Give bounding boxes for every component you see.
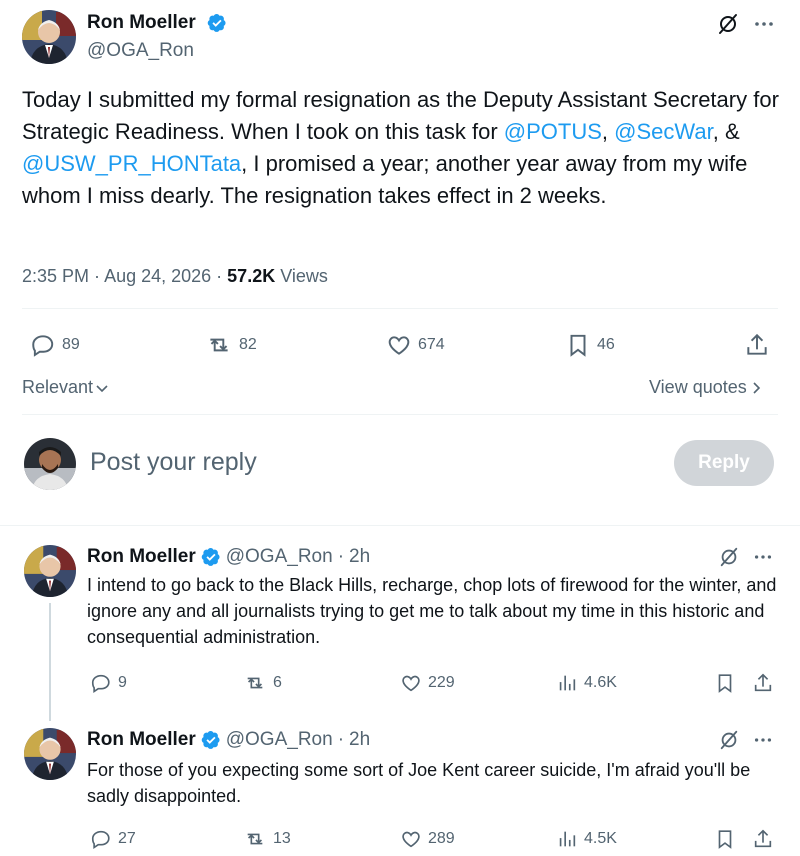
more-icon[interactable] [752,12,776,36]
reply-button[interactable]: Reply [674,440,774,486]
author-name[interactable]: Ron Moeller [87,546,196,568]
post-time[interactable]: 2:35 PM [22,266,89,286]
reply-icon [91,830,110,849]
view-quotes-link[interactable]: View quotes [649,377,763,398]
grok-icon[interactable] [718,729,740,751]
divider [22,414,778,415]
like-action[interactable]: 674 [386,332,445,358]
repost-icon [247,677,263,689]
reply-count: 9 [118,674,127,691]
author-avatar[interactable] [24,545,76,597]
grok-icon[interactable] [716,12,740,36]
reply-icon [91,674,110,693]
like-count: 229 [428,674,455,691]
chevron-right-icon [753,381,760,394]
bookmark-icon[interactable] [714,672,736,694]
post-meta: 2:35 PM · Aug 24, 2026 · 57.2K Views [22,266,328,286]
like-icon [402,675,420,692]
bookmark-icon[interactable] [714,828,736,850]
reply-header: Ron Moeller @OGA_Ron · 2h [87,546,370,568]
reply-action[interactable]: 27 [90,828,136,850]
post-date[interactable]: Aug 24, 2026 [104,266,211,286]
reply-text: I intend to go back to the Black Hills, … [87,575,777,647]
repost-icon [210,338,228,352]
reply-count: 89 [62,336,80,353]
share-icon[interactable] [752,828,774,850]
views-icon [559,675,576,691]
mention-link[interactable]: @SecWar [614,119,713,144]
share-icon[interactable] [752,672,774,694]
author-name[interactable]: Ron Moeller [87,12,196,34]
views-count: 4.6K [584,674,617,691]
author-handle[interactable]: @OGA_Ron [226,729,333,751]
bookmark-count: 46 [597,336,615,353]
like-icon [402,831,420,848]
repost-action[interactable]: 82 [205,332,257,358]
reply-count: 27 [118,830,136,847]
reply-header: Ron Moeller @OGA_Ron · 2h [87,729,370,751]
views-label: Views [280,266,328,286]
views-action[interactable]: 4.6K [556,672,617,694]
repost-action[interactable]: 6 [243,672,282,694]
chevron-down-icon [96,384,108,392]
thread-line [49,603,51,721]
repost-count: 82 [239,336,257,353]
mention-link[interactable]: @USW_PR_HONTata [22,151,241,176]
views-count: 57.2K [227,266,276,286]
views-action[interactable]: 4.5K [556,828,617,850]
more-icon[interactable] [752,729,774,751]
author-name[interactable]: Ron Moeller [87,729,196,751]
post-text-part: , [601,119,609,144]
mention-link[interactable]: @POTUS [504,119,602,144]
view-quotes-label: View quotes [649,377,747,397]
sort-dropdown[interactable]: Relevant [22,377,109,398]
divider [22,308,778,309]
reply-text: For those of you expecting some sort of … [87,760,751,806]
repost-count: 13 [273,830,291,847]
post-age[interactable]: 2h [349,729,370,751]
views-icon [559,831,576,847]
post-age[interactable]: 2h [349,546,370,568]
bookmark-action[interactable]: 46 [565,332,615,358]
like-count: 289 [428,830,455,847]
author-handle[interactable]: @OGA_Ron [226,546,333,568]
reply-icon [32,335,54,357]
like-action[interactable]: 229 [400,672,455,694]
author-handle[interactable]: @OGA_Ron [87,40,194,62]
reply-action[interactable]: 9 [90,672,127,694]
repost-action[interactable]: 13 [243,828,291,850]
like-icon [388,336,410,355]
author-avatar[interactable] [22,10,76,64]
post-text: Today I submitted my formal resignation … [22,84,782,212]
verified-badge-icon [201,730,221,750]
repost-icon [247,833,263,845]
post-text-part: , & [712,119,740,144]
share-icon[interactable] [744,332,770,358]
verified-badge-icon [207,13,227,33]
like-action[interactable]: 289 [400,828,455,850]
separator: · [337,546,345,567]
verified-badge-icon [201,547,221,567]
grok-icon[interactable] [718,546,740,568]
views-count: 4.5K [584,830,617,847]
bookmark-icon [570,334,586,357]
more-icon[interactable] [752,546,774,568]
author-avatar[interactable] [24,728,76,780]
separator: · [337,729,345,750]
reply-input[interactable]: Post your reply [90,448,257,477]
sort-label: Relevant [22,377,94,397]
reply-action[interactable]: 89 [30,332,80,358]
repost-count: 6 [273,674,282,691]
like-count: 674 [418,336,445,353]
divider [0,525,800,526]
current-user-avatar[interactable] [24,438,76,490]
